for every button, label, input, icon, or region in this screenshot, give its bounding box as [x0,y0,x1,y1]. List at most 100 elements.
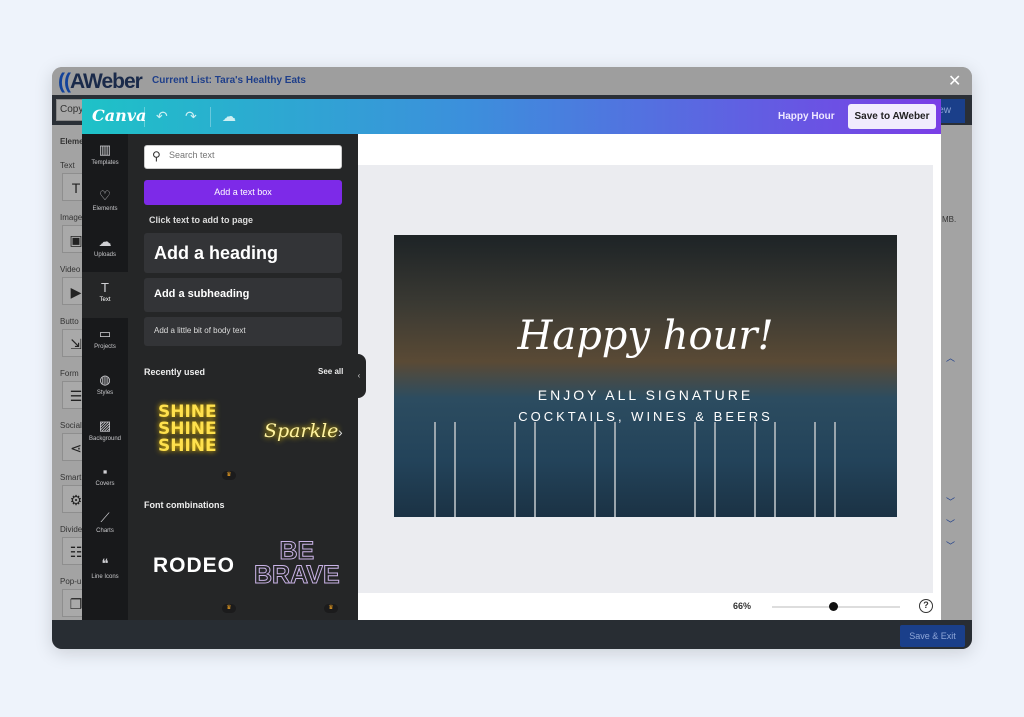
sidebar-label: Pop-u [60,577,82,586]
stool-leg [774,422,776,517]
rail-label: Templates [91,160,119,166]
rail-label: Elements [92,206,118,212]
aweber-footer [52,620,972,649]
uploads-icon: ☁ [98,234,112,249]
rail-item-projects[interactable]: ▭ Projects [82,318,128,364]
collapse-panel-handle[interactable]: ‹ [352,354,366,398]
projects-icon: ▭ [98,326,112,341]
redo-icon[interactable]: ↷ [185,108,197,125]
aweber-header: ((AWeber Current List: Tara's Healthy Ea… [52,67,972,95]
help-icon[interactable]: ? [919,599,933,613]
cloud-saved-icon[interactable]: ☁ [222,108,236,125]
canvas-scrollbar[interactable] [933,165,941,593]
rail-label: Text [99,297,111,303]
sidebar-label: Social [60,421,82,430]
crown-icon: ♛ [222,471,236,480]
canva-side-rail: ▥ Templates ♡ Elements ☁ Uploads T Text ▭ Project… [82,134,128,620]
stool-leg [814,422,816,517]
stool-leg [694,422,696,517]
stool-leg [754,422,756,517]
chevron-down-icon[interactable]: ﹀ [946,517,955,530]
sidebar-label: Video [60,265,81,274]
sidebar-label: Image [60,213,83,222]
crown-icon: ♛ [222,604,236,613]
rail-item-uploads[interactable]: ☁ Uploads [82,226,128,272]
search-text-field[interactable] [169,150,329,160]
save-to-aweber-button[interactable]: Save to AWeber [848,104,936,129]
sidebar-label: Divide [60,525,83,534]
shine-text-preset[interactable]: SHINE SHINE SHINE [158,404,217,455]
design-headline[interactable]: Happy hour! [394,313,897,359]
stool-leg [534,422,536,517]
rail-label: Projects [94,344,116,350]
see-all-link[interactable]: See all [318,367,343,376]
zoom-level[interactable]: 66% [733,601,751,611]
covers-icon: ▪ [102,464,108,479]
chevron-down-icon[interactable]: ﹀ [946,539,955,552]
sidebar-label: Form [60,369,79,378]
rail-item-charts[interactable]: ⟋ Charts [82,502,128,548]
stool-leg [614,422,616,517]
size-note: MB. [942,215,957,224]
stool-leg [514,422,516,517]
rail-item-templates[interactable]: ▥ Templates [82,134,128,180]
design-canvas[interactable]: Happy hour! ENJOY ALL SIGNATURE COCKTAIL… [394,235,897,517]
stool-leg [434,422,436,517]
templates-icon: ▥ [98,142,112,157]
design-title[interactable]: Happy Hour [778,111,835,122]
design-subline-1[interactable]: ENJOY ALL SIGNATURE [394,387,897,403]
rail-item-background[interactable]: ▨ Background [82,410,128,456]
text-panel: ⚲ Add a text box Click text to add to pa… [128,134,358,620]
sidebar-label: Butto [60,317,79,326]
zoom-slider-handle[interactable] [828,602,838,611]
canvas-footer: 66% ? [358,593,941,620]
click-hint: Click text to add to page [149,215,254,225]
add-text-box-button[interactable]: Add a text box [144,180,342,205]
charts-icon: ⟋ [100,510,110,525]
rail-label: Covers [95,481,115,487]
rail-label: Charts [96,528,114,534]
styles-icon: ◍ [99,372,111,387]
rail-label: Uploads [93,252,116,258]
sparkle-text-preset[interactable]: Sparkle [264,420,338,442]
chevron-right-icon[interactable]: › [338,424,343,440]
recently-used-heading: Recently used [144,367,206,377]
canva-logo: Canva [92,106,147,125]
canva-editor: Canva ↶ ↷ ☁ Happy Hour Save to AWeber ▥ T… [82,99,941,620]
canvas-toolbar [358,134,941,165]
rail-item-covers[interactable]: ▪ Covers [82,456,128,502]
close-icon[interactable]: ✕ [948,71,961,91]
search-icon: ⚲ [152,149,161,163]
design-subline-2[interactable]: COCKTAILS, WINES & BEERS [394,409,897,424]
rodeo-font-preset[interactable]: RODEO [153,554,235,578]
canva-header: Canva ↶ ↷ ☁ Happy Hour Save to AWeber [82,99,941,134]
text-icon: T [101,280,109,295]
rail-label: Background [88,436,122,442]
add-subheading-button[interactable]: Add a subheading [144,278,342,312]
add-heading-button[interactable]: Add a heading [144,233,342,273]
add-body-text-button[interactable]: Add a little bit of body text [144,317,342,346]
save-exit-button[interactable]: Save & Exit [900,625,965,647]
rail-item-text[interactable]: T Text [82,272,128,318]
rail-item-elements[interactable]: ♡ Elements [82,180,128,226]
stool-leg [454,422,456,517]
elements-icon: ♡ [99,188,111,203]
aweber-logo: ((AWeber [58,70,143,93]
sidebar-label: Smart [60,473,82,482]
background-icon: ▨ [98,418,112,433]
search-input[interactable]: ⚲ [144,145,342,169]
chevron-down-icon[interactable]: ﹀ [946,495,955,508]
rail-label: Line Icons [91,574,119,580]
chevron-up-icon[interactable]: ︿ [946,351,955,364]
crown-icon: ♛ [324,604,338,613]
current-list: Current List: Tara's Healthy Eats [152,75,306,86]
be-brave-font-preset[interactable]: BE BRAVE [254,538,341,588]
elements-heading: Eleme [60,137,84,146]
font-combinations-heading: Font combinations [144,500,225,510]
stool-leg [834,422,836,517]
rail-label: Styles [96,390,114,396]
rail-item-line-icons[interactable]: ❝ Line Icons [82,548,128,594]
undo-icon[interactable]: ↶ [156,108,168,125]
stool-leg [594,422,596,517]
rail-item-styles[interactable]: ◍ Styles [82,364,128,410]
